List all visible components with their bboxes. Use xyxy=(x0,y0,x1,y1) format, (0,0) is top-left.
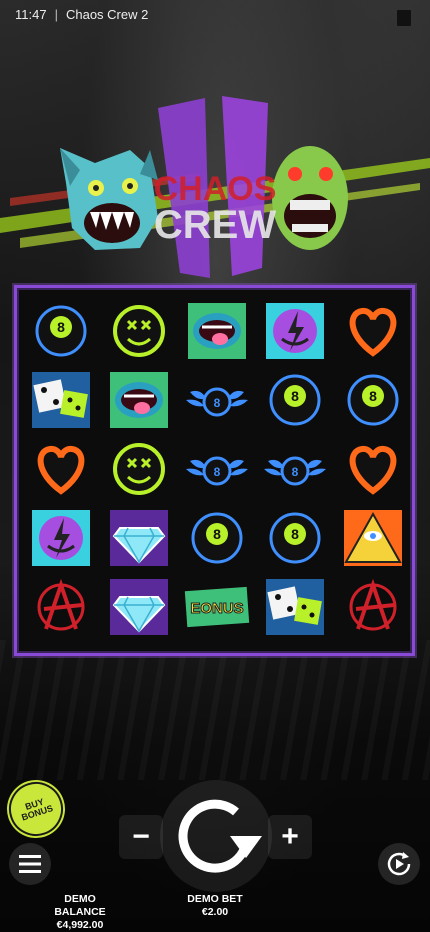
reel-symbol-dice xyxy=(256,572,334,641)
x-smiley-green-icon xyxy=(113,305,165,358)
reel-grid: 8 8 8 8 8 8 8 8 EONUS xyxy=(22,297,412,641)
bet-label: DEMO BET xyxy=(187,893,243,905)
mouth-green-icon xyxy=(110,372,168,429)
logo-monster-right xyxy=(272,146,348,250)
x-smiley-green-icon xyxy=(113,442,165,495)
decrease-bet-button[interactable]: − xyxy=(119,815,163,859)
eight-ball-icon: 8 xyxy=(35,305,87,357)
pyramid-eye-icon xyxy=(344,509,402,566)
balance-label: DEMO BALANCE xyxy=(54,893,106,918)
reel-symbol-smiley-purple xyxy=(256,297,334,366)
reel-symbol-x-smiley-green xyxy=(100,435,178,504)
autoplay-icon xyxy=(387,852,411,876)
spin-arrow-icon xyxy=(178,799,262,873)
smiley-purple-icon xyxy=(32,509,90,566)
svg-text:8: 8 xyxy=(369,388,377,404)
reel-symbol-heart-orange xyxy=(334,435,412,504)
eight-ball-icon: 8 xyxy=(191,512,243,564)
reel-symbol-x-smiley-green xyxy=(100,297,178,366)
game-logo: CHAOS CREW xyxy=(0,96,430,278)
diamond-icon xyxy=(110,509,168,566)
wings-blue-icon: 8 xyxy=(264,456,326,486)
status-separator: | xyxy=(54,6,58,22)
reel-symbol-anarchy xyxy=(334,572,412,641)
anarchy-icon xyxy=(37,578,85,631)
reel-symbol-pyramid-eye xyxy=(334,503,412,572)
eight-ball-icon: 8 xyxy=(269,374,321,426)
anarchy-icon xyxy=(349,578,397,631)
balance-display: DEMO BALANCE €4,992.00 xyxy=(40,893,120,932)
increase-bet-button[interactable]: + xyxy=(268,815,312,859)
reel-symbol-mouth-green xyxy=(100,366,178,435)
hamburger-menu-icon xyxy=(19,855,41,873)
reel-symbol-diamond xyxy=(100,572,178,641)
reel-symbol-eight-ball: 8 xyxy=(178,503,256,572)
reel-symbol-wings-blue: 8 xyxy=(178,366,256,435)
reel-symbol-heart-orange xyxy=(334,297,412,366)
reel-symbol-anarchy xyxy=(22,572,100,641)
heart-orange-icon xyxy=(349,445,397,495)
bet-display: DEMO BET €2.00 xyxy=(182,893,248,919)
reel-symbol-eight-ball: 8 xyxy=(334,366,412,435)
mouth-green-icon xyxy=(188,303,246,360)
status-time: 11:47 xyxy=(15,6,47,22)
reel-symbol-dice xyxy=(22,366,100,435)
reel-symbol-eight-ball: 8 xyxy=(256,366,334,435)
balance-value: €4,992.00 xyxy=(56,919,104,931)
menu-button[interactable] xyxy=(9,843,51,885)
reel-symbol-wings-blue: 8 xyxy=(178,435,256,504)
spin-button[interactable] xyxy=(168,788,264,884)
battery-icon xyxy=(396,9,412,27)
eight-ball-icon: 8 xyxy=(269,512,321,564)
reel-symbol-mouth-green xyxy=(178,297,256,366)
status-bar: 11:47 | Chaos Crew 2 xyxy=(0,0,430,28)
reel-symbol-heart-orange xyxy=(22,435,100,504)
dice-icon xyxy=(32,372,90,429)
wings-blue-icon: 8 xyxy=(186,387,248,417)
svg-text:8: 8 xyxy=(291,526,299,542)
svg-text:8: 8 xyxy=(57,319,65,335)
reel-symbol-smiley-purple xyxy=(22,503,100,572)
smiley-purple-icon xyxy=(266,303,324,360)
svg-text:8: 8 xyxy=(214,396,221,410)
reel-symbol-bonus: EONUS xyxy=(178,572,256,641)
bet-value: €2.00 xyxy=(201,906,229,918)
reel-symbol-eight-ball: 8 xyxy=(256,503,334,572)
reel-symbol-eight-ball: 8 xyxy=(22,297,100,366)
logo-text-crew: CREW xyxy=(154,203,276,247)
wings-blue-icon: 8 xyxy=(186,456,248,486)
svg-text:8: 8 xyxy=(214,465,221,479)
dice-icon xyxy=(266,578,324,635)
background-texture xyxy=(0,640,430,780)
svg-text:8: 8 xyxy=(291,388,299,404)
reel-symbol-wings-blue: 8 xyxy=(256,435,334,504)
heart-orange-icon xyxy=(37,445,85,495)
svg-text:EONUS: EONUS xyxy=(190,600,243,617)
bonus-icon: EONUS xyxy=(184,586,250,627)
eight-ball-icon: 8 xyxy=(347,374,399,426)
autoplay-button[interactable] xyxy=(378,843,420,885)
svg-text:8: 8 xyxy=(292,465,299,479)
heart-orange-icon xyxy=(349,308,397,358)
status-game-name: Chaos Crew 2 xyxy=(65,6,149,22)
svg-text:8: 8 xyxy=(213,526,221,542)
diamond-icon xyxy=(110,578,168,635)
reel-symbol-diamond xyxy=(100,503,178,572)
